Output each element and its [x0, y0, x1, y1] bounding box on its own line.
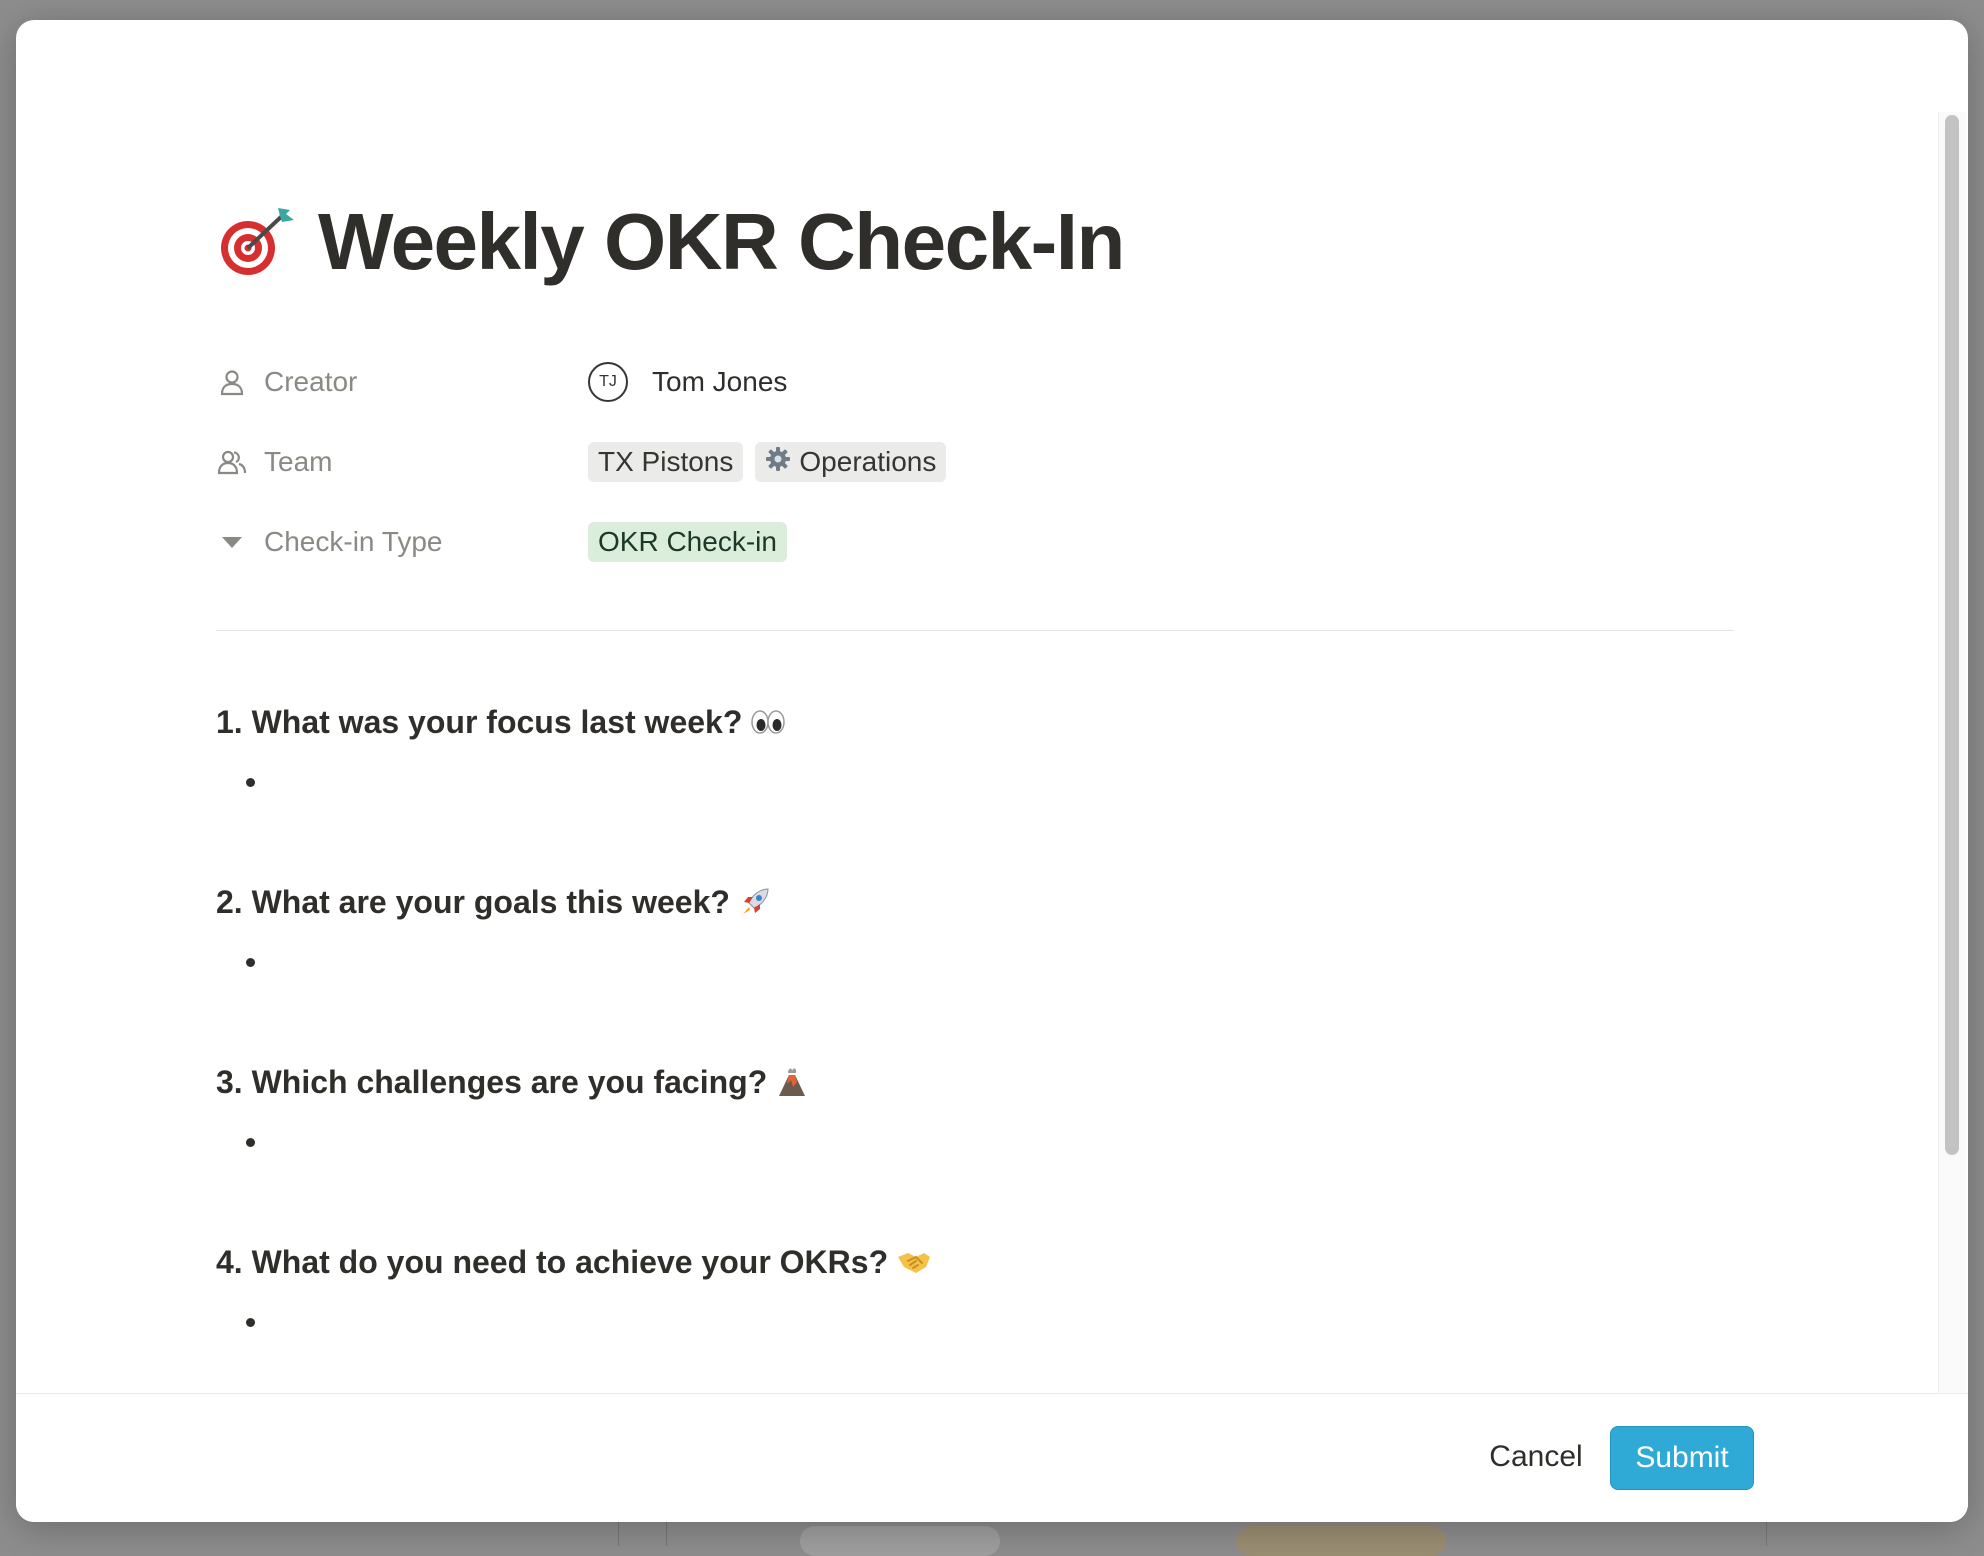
property-value[interactable]: TJ Tom Jones — [588, 362, 787, 402]
person-icon — [216, 366, 248, 398]
property-creator[interactable]: Creator TJ Tom Jones — [216, 357, 1216, 407]
target-dart-icon[interactable] — [216, 202, 296, 282]
question-heading-4[interactable]: 4. What do you need to achieve your OKRs… — [216, 1240, 932, 1284]
handshake-icon — [896, 1247, 932, 1277]
property-checkin-type[interactable]: Check-in Type OKR Check-in — [216, 517, 1216, 567]
property-label: Check-in Type — [264, 526, 443, 557]
bullet-dot — [246, 777, 255, 787]
question-heading-1[interactable]: 1. What was your focus last week? — [216, 700, 786, 744]
tag-label: Operations — [799, 446, 937, 477]
page-title[interactable]: Weekly OKR Check-In — [318, 196, 1125, 288]
bulleted-list-item[interactable] — [216, 1302, 255, 1342]
okr-checkin-modal: Weekly OKR Check-In Creator TJ Tom Jones — [16, 20, 1968, 1522]
property-name[interactable]: Check-in Type — [216, 526, 588, 558]
bulleted-list-item[interactable] — [216, 762, 255, 802]
background-pill — [800, 1526, 1000, 1556]
volcano-icon — [775, 1065, 809, 1099]
modal-footer: Cancel Submit — [16, 1393, 1968, 1522]
bulleted-list-item[interactable] — [216, 1122, 255, 1162]
bulleted-list-item[interactable] — [216, 942, 255, 982]
bullet-dot — [246, 1317, 255, 1327]
property-name[interactable]: Team — [216, 446, 588, 478]
property-label: Creator — [264, 366, 358, 397]
bullet-dot — [246, 957, 255, 967]
question-text: 4. What do you need to achieve your OKRs… — [216, 1243, 889, 1280]
gear-icon — [765, 446, 791, 479]
property-name[interactable]: Creator — [216, 366, 588, 398]
section-divider — [216, 630, 1734, 631]
team-tag-tx-pistons[interactable]: TX Pistons — [588, 442, 744, 482]
people-icon — [216, 446, 248, 478]
checkin-type-tag[interactable]: OKR Check-in — [588, 522, 787, 562]
cancel-button[interactable]: Cancel — [1476, 1426, 1596, 1488]
avatar: TJ — [588, 362, 628, 402]
question-heading-3[interactable]: 3. Which challenges are you facing? — [216, 1060, 809, 1104]
question-text: 1. What was your focus last week? — [216, 703, 743, 740]
eyes-icon — [750, 708, 786, 736]
question-heading-2[interactable]: 2. What are your goals this week? — [216, 880, 772, 924]
creator-name: Tom Jones — [652, 366, 788, 397]
property-label: Team — [264, 446, 333, 477]
rocket-icon — [738, 885, 772, 919]
bullet-dot — [246, 1137, 255, 1147]
title-row: Weekly OKR Check-In — [216, 192, 1125, 292]
submit-button[interactable]: Submit — [1610, 1426, 1754, 1490]
tag-label: TX Pistons — [598, 446, 734, 477]
property-value[interactable]: OKR Check-in — [588, 522, 787, 562]
scrollbar-thumb[interactable] — [1945, 115, 1959, 1155]
team-tag-operations[interactable]: Operations — [755, 442, 947, 482]
triangle-down-icon — [216, 526, 248, 558]
property-value[interactable]: TX Pistons Operations — [588, 442, 947, 482]
background-pill — [1236, 1526, 1446, 1556]
question-text: 2. What are your goals this week? — [216, 883, 730, 920]
property-team[interactable]: Team TX Pistons Operations — [216, 437, 1216, 487]
question-text: 3. Which challenges are you facing? — [216, 1063, 768, 1100]
